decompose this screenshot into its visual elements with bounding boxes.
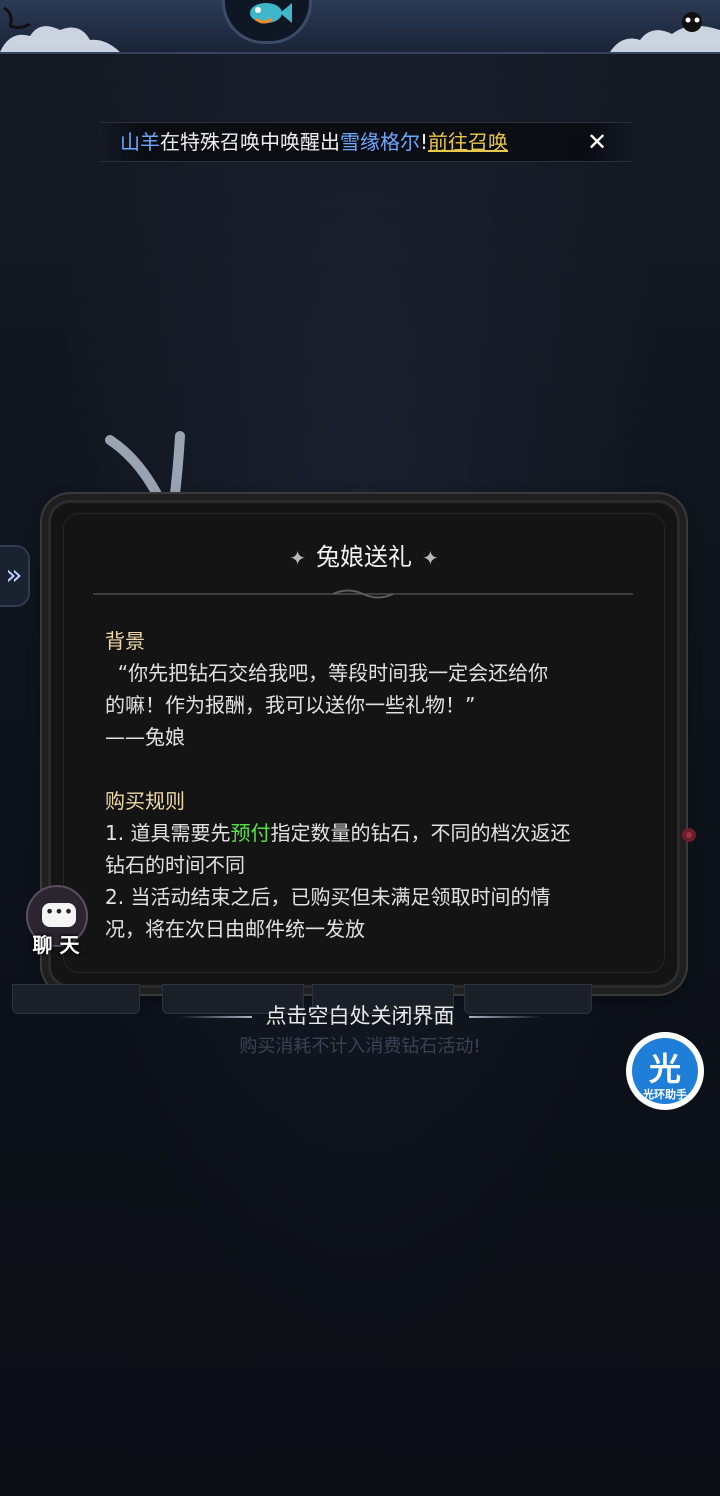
event-info-dialog: ✦ 兔娘送礼 ✦ 背景 “你先把钻石交给我吧，等段时间我一定会还给你 的嘛！作为报酬… xyxy=(48,500,680,988)
dialog-content: 背景 “你先把钻石交给我吧，等段时间我一定会还给你 的嘛！作为报酬，我可以送你一… xyxy=(105,625,635,945)
background-text-line: 的嘛！作为报酬，我可以送你一些礼物！” xyxy=(105,693,476,717)
fish-emblem-icon[interactable] xyxy=(222,0,312,44)
chat-label: 聊 天 xyxy=(32,933,80,957)
halo-assistant-icon: 光 光环助手 xyxy=(632,1038,698,1104)
hint-decoration-left xyxy=(179,1016,252,1018)
sparkle-icon: ✦ xyxy=(422,546,439,570)
dialog-title-row: ✦ 兔娘送礼 ✦ xyxy=(51,537,677,572)
bunny-ears-decoration xyxy=(105,431,185,507)
announcement-exclamation: ! xyxy=(420,130,429,154)
halo-assistant-button[interactable]: 光 光环助手 xyxy=(626,1032,706,1112)
prepay-highlight: 预付 xyxy=(230,821,271,845)
hint-decoration-right xyxy=(468,1016,541,1018)
rule-text-line: 1. 道具需要先预付指定数量的钻石，不同的档次返还 xyxy=(105,821,571,845)
ornamental-divider xyxy=(93,589,633,599)
rule-text-line: 况，将在次日由邮件统一发放 xyxy=(105,917,365,941)
sparkle-icon: ✦ xyxy=(289,546,306,570)
go-summon-link[interactable]: 前往召唤 xyxy=(428,130,508,154)
expand-side-panel-icon[interactable]: » xyxy=(0,545,30,607)
player-name: 山羊 xyxy=(120,130,160,154)
chat-button[interactable]: ••• 聊 天 xyxy=(24,885,88,959)
close-icon[interactable]: ✕ xyxy=(584,129,610,155)
halo-assistant-label: 光环助手 xyxy=(643,1088,687,1101)
rules-heading: 购买规则 xyxy=(105,789,185,813)
rule-text-line: 2. 当活动结束之后，已购买但未满足领取时间的情 xyxy=(105,885,551,909)
close-hint[interactable]: 点击空白处关闭界面 xyxy=(0,1000,720,1030)
background-signature: ——兔娘 xyxy=(105,725,185,749)
flower-decoration-icon xyxy=(682,828,696,842)
hero-name: 雪缘格尔 xyxy=(340,130,420,154)
background-heading: 背景 xyxy=(105,629,145,653)
background-text-line: “你先把钻石交给我吧，等段时间我一定会还给你 xyxy=(117,661,549,685)
cloud-decoration-left xyxy=(0,6,120,52)
purchase-note: 购买消耗不计入消费钻石活动! xyxy=(239,1036,481,1057)
dialog-title: 兔娘送礼 xyxy=(316,543,412,571)
top-bar xyxy=(0,0,720,54)
announcement-text: 在特殊召唤中唤醒出 xyxy=(160,130,340,154)
cloud-decoration-right xyxy=(610,12,720,52)
rule-text-line: 钻石的时间不同 xyxy=(105,853,245,877)
summon-announcement-marquee: 山羊在特殊召唤中唤醒出雪缘格尔!前往召唤 ✕ xyxy=(100,122,632,162)
